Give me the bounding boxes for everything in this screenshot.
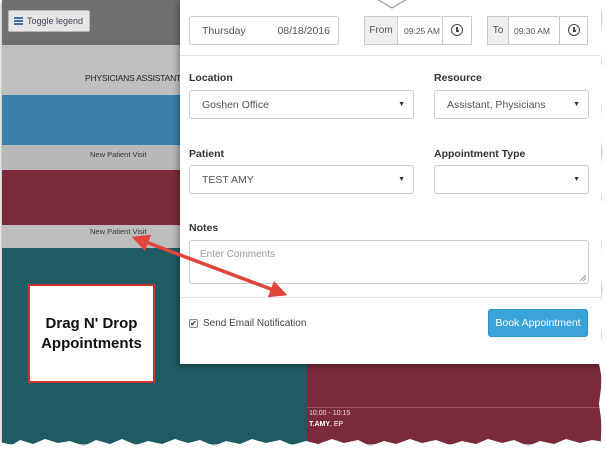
to-label: To — [492, 25, 504, 36]
notes-textarea[interactable]: Enter Comments — [189, 240, 589, 284]
appointment-patient[interactable]: T.AMY, EP — [309, 421, 343, 428]
callout-text: Drag N' Drop Appointments — [41, 314, 142, 352]
clock-icon — [568, 24, 580, 36]
from-time-value: 09:25 AM — [404, 26, 440, 36]
from-label: From — [369, 25, 393, 36]
drag-drop-callout: Drag N' Drop Appointments — [28, 284, 155, 383]
resource-value: Assistant, Physicians — [447, 99, 546, 111]
from-time-input[interactable]: 09:25 AM — [397, 16, 443, 45]
book-appointment-button[interactable]: Book Appointment — [488, 309, 588, 337]
appointment-type-label: Appointment Type — [434, 148, 526, 160]
appointment-patient-suffix: , EP — [330, 421, 344, 428]
resource-header-label: PHYSICIANS ASSISTANT — [85, 73, 181, 83]
notes-placeholder: Enter Comments — [200, 249, 276, 260]
book-appointment-label: Book Appointment — [495, 317, 581, 329]
toggle-legend-button[interactable]: Toggle legend — [8, 10, 90, 32]
slot-divider — [307, 407, 601, 408]
email-notification-label: Send Email Notification — [203, 318, 307, 329]
appointment-patient-name: T.AMY — [309, 421, 330, 428]
appointment-label[interactable]: New Patient Visit — [90, 227, 147, 236]
location-value: Goshen Office — [202, 99, 269, 111]
torn-paper-edge-right — [598, 0, 605, 450]
to-clock-button[interactable] — [559, 16, 588, 45]
toggle-legend-label: Toggle legend — [27, 16, 84, 26]
date-value: 08/18/2016 — [277, 25, 330, 37]
appointment-label[interactable]: New Patient Visit — [90, 150, 147, 159]
resize-handle-icon[interactable] — [579, 274, 586, 281]
modal-divider — [180, 55, 601, 56]
to-time-input[interactable]: 09:30 AM — [508, 16, 560, 45]
resource-header: PHYSICIANS ASSISTANT — [2, 45, 187, 95]
calendar-slot-blue[interactable] — [2, 95, 187, 145]
to-time-value: 09:30 AM — [514, 26, 550, 36]
chevron-down-icon: ▼ — [573, 101, 580, 108]
notes-label: Notes — [189, 222, 219, 234]
from-addon: From — [364, 16, 398, 45]
email-notification-checkbox[interactable]: ✔ — [189, 319, 198, 328]
patient-label: Patient — [189, 148, 225, 160]
popover-pointer — [377, 0, 407, 9]
resource-select[interactable]: Assistant, Physicians ▼ — [434, 90, 589, 119]
date-field[interactable]: Thursday 08/18/2016 — [189, 16, 339, 45]
date-day: Thursday — [202, 25, 246, 37]
chevron-down-icon: ▼ — [398, 101, 405, 108]
screenshot-frame: PHYSICIANS ASSISTANT New Patient Visit N… — [2, 0, 601, 444]
calendar-appointment-block[interactable] — [2, 170, 187, 225]
clock-icon — [451, 24, 463, 36]
patient-select[interactable]: TEST AMY ▼ — [189, 165, 414, 194]
location-select[interactable]: Goshen Office ▼ — [189, 90, 414, 119]
patient-value: TEST AMY — [202, 174, 254, 186]
to-addon: To — [487, 16, 509, 45]
appointment-type-select[interactable]: ▼ — [434, 165, 589, 194]
chevron-down-icon: ▼ — [573, 176, 580, 183]
from-clock-button[interactable] — [442, 16, 472, 45]
appointment-time: 10:00 - 10:15 — [309, 410, 351, 417]
resource-label: Resource — [434, 72, 482, 84]
list-icon — [14, 17, 23, 25]
torn-paper-edge — [0, 439, 605, 450]
location-label: Location — [189, 72, 233, 84]
modal-footer-divider — [180, 297, 601, 298]
chevron-down-icon: ▼ — [398, 176, 405, 183]
